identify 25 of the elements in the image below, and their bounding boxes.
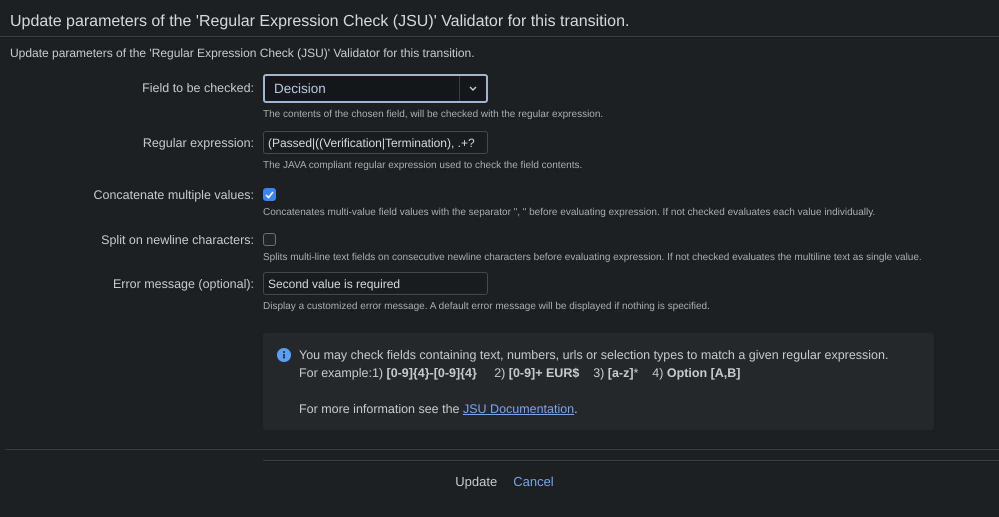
info-icon bbox=[277, 348, 291, 362]
dialog-title: Update parameters of the 'Regular Expression Check (JSU)' Validator for this transition. bbox=[0, 0, 999, 37]
info-text: For example:1) [0-9]{4}-[0-9]{4} 2) [0-9]+ EUR$ 3) [a-z]* 4) Option [A,B] bbox=[299, 365, 742, 382]
text-field[interactable]: Second value is required bbox=[263, 272, 488, 295]
checkbox[interactable] bbox=[263, 188, 276, 201]
field-label: Concatenate multiple values: bbox=[92, 187, 254, 204]
field-description: Splits multi-line text fields on consecutive newline characters before evaluating expression. If not checked evaluates the multiline text as single value. bbox=[263, 252, 923, 263]
dialog-subtitle: Update parameters of the 'Regular Expression Check (JSU)' Validator for this transition. bbox=[9, 45, 476, 60]
field-description: Concatenates multi-value field values with the separator ", " before evaluating expression. If not checked evaluates each value individually. bbox=[263, 207, 876, 218]
info-text: You may check fields containing text, numbers, urls or selection types to match a given regular expression. bbox=[299, 347, 890, 364]
field-label: Split on newline characters: bbox=[100, 232, 254, 249]
checkbox[interactable] bbox=[263, 233, 276, 246]
update-button[interactable]: Update bbox=[449, 470, 504, 493]
field-description: Display a customized error message. A default error message will be displayed if nothing is specified. bbox=[263, 301, 711, 312]
field-label: Error message (optional): bbox=[112, 276, 254, 293]
text-field[interactable]: (Passed|((Verification|Termination), .+? bbox=[263, 131, 488, 154]
cancel-link[interactable]: Cancel bbox=[507, 470, 560, 493]
field-label: Regular expression: bbox=[142, 135, 254, 152]
field-label: Field to be checked: bbox=[141, 80, 254, 97]
field-select[interactable]: Decision bbox=[263, 74, 488, 103]
documentation-link[interactable]: JSU Documentation bbox=[462, 402, 574, 416]
chevron-down-icon bbox=[469, 86, 477, 91]
field-description: The JAVA compliant regular expression used to check the field contents. bbox=[263, 160, 584, 171]
info-text: For more information see the JSU Documentation. bbox=[299, 401, 579, 418]
field-description: The contents of the chosen field, will be checked with the regular expression. bbox=[263, 109, 604, 120]
